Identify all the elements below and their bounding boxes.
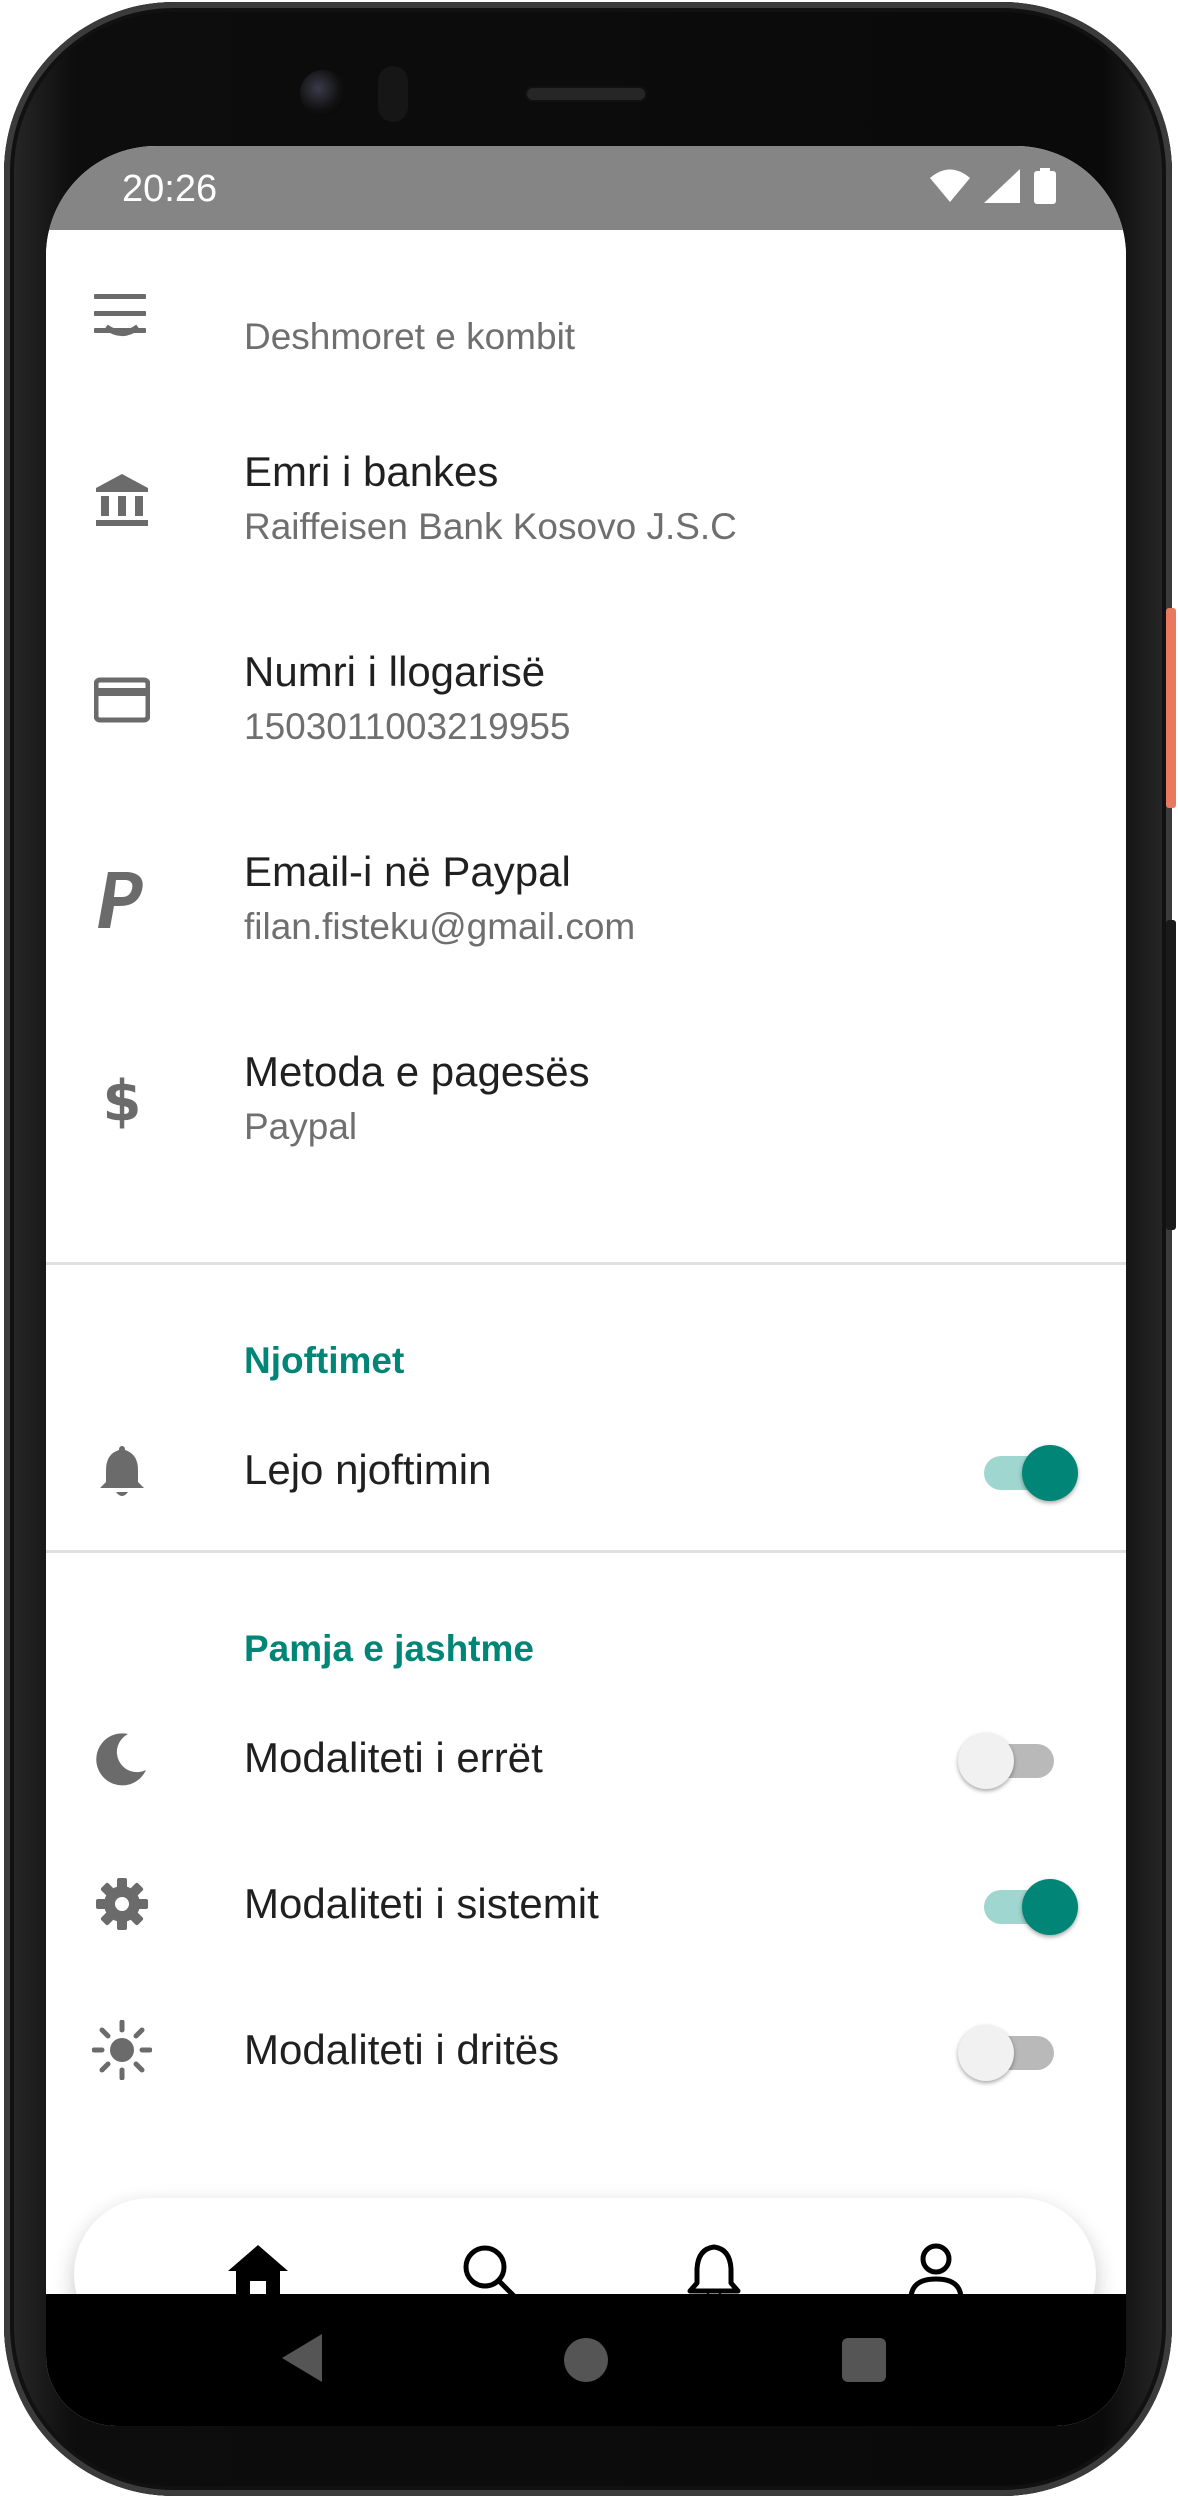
- battery-icon: [1034, 168, 1056, 204]
- home-icon: [226, 2243, 290, 2294]
- list-item-light-mode[interactable]: Modaliteti i dritës: [46, 1990, 1126, 2110]
- list-item-bank-name[interactable]: Emri i bankes Raiffeisen Bank Kosovo J.S…: [46, 400, 1126, 600]
- home-circle-icon[interactable]: [564, 2338, 608, 2382]
- gear-icon: [92, 1874, 152, 1934]
- earpiece-speaker: [525, 86, 647, 102]
- list-item-paypal-email[interactable]: Email-i në Paypal filan.fisteku@gmail.co…: [46, 800, 1126, 1000]
- section-divider: [46, 1550, 1126, 1553]
- sun-icon: [92, 2020, 152, 2080]
- list-item-subtitle: Paypal: [244, 1106, 358, 1147]
- light-mode-toggle[interactable]: [958, 2020, 1060, 2081]
- list-item-account-number[interactable]: Numri i llogarisë 1503011003219955: [46, 600, 1126, 800]
- credit-card-icon: [92, 670, 152, 730]
- nav-notifications-button[interactable]: [674, 2234, 754, 2294]
- wifi-icon: [930, 169, 970, 203]
- allow-notifications-toggle[interactable]: [984, 1440, 1080, 1501]
- moon-icon: [92, 1728, 152, 1788]
- list-item-label: Modaliteti i dritës: [244, 2026, 560, 2073]
- bell-icon: [92, 1440, 152, 1500]
- system-mode-toggle[interactable]: [984, 1874, 1080, 1935]
- list-item-partial[interactable]: Deshmoret e kombit: [46, 316, 1126, 380]
- bank-icon: [92, 470, 152, 530]
- list-item-label: Modaliteti i sistemit: [244, 1880, 599, 1927]
- power-button: [1166, 608, 1176, 808]
- partial-icon: [92, 310, 152, 340]
- list-item-subtitle: Raiffeisen Bank Kosovo J.S.C: [244, 506, 737, 547]
- nav-profile-button[interactable]: [896, 2234, 976, 2294]
- list-item-title: Email-i në Paypal: [244, 848, 571, 895]
- front-camera: [300, 70, 346, 116]
- nav-home-button[interactable]: [218, 2234, 298, 2294]
- status-bar: 20:26: [46, 146, 1126, 230]
- search-icon: [460, 2242, 520, 2294]
- section-header-notifications: Njoftimet: [244, 1340, 405, 1381]
- section-divider: [46, 1262, 1126, 1265]
- bell-outline-icon: [685, 2241, 743, 2294]
- system-navigation-bar: [46, 2294, 1126, 2426]
- list-item-label: Lejo njoftimin: [244, 1446, 492, 1493]
- section-header-appearance: Pamja e jashtme: [244, 1628, 534, 1669]
- person-icon: [906, 2241, 966, 2294]
- paypal-icon: [92, 870, 152, 930]
- dollar-icon: $: [92, 1070, 152, 1130]
- list-item-title: Numri i llogarisë: [244, 648, 546, 695]
- proximity-sensor: [378, 66, 408, 122]
- list-item-subtitle: 1503011003219955: [244, 706, 571, 747]
- bottom-navigation: [74, 2198, 1096, 2294]
- list-item-subtitle: Deshmoret e kombit: [244, 316, 576, 357]
- settings-screen: Deshmoret e kombit Emri i bankes Raiffei…: [46, 230, 1126, 2294]
- recent-apps-icon[interactable]: [842, 2338, 886, 2382]
- list-item-title: Emri i bankes: [244, 448, 499, 495]
- phone-screen: 20:26 Deshmoret e kombit Emri i bankes R…: [46, 146, 1126, 2426]
- status-time: 20:26: [122, 168, 218, 210]
- nav-search-button[interactable]: [450, 2234, 530, 2294]
- list-item-dark-mode[interactable]: Modaliteti i errët: [46, 1698, 1126, 1818]
- list-item-title: Metoda e pagesës: [244, 1048, 590, 1095]
- dark-mode-toggle[interactable]: [958, 1728, 1060, 1789]
- list-item-system-mode[interactable]: Modaliteti i sistemit: [46, 1844, 1126, 1964]
- list-item-subtitle: filan.fisteku@gmail.com: [244, 906, 636, 947]
- list-item-label: Modaliteti i errët: [244, 1734, 543, 1781]
- back-icon[interactable]: [282, 2334, 322, 2382]
- svg-text:$: $: [103, 1070, 142, 1130]
- cellular-signal-icon: [984, 169, 1020, 203]
- list-item-allow-notifications[interactable]: Lejo njoftimin: [46, 1410, 1126, 1530]
- list-item-payment-method[interactable]: $ Metoda e pagesës Paypal: [46, 1000, 1126, 1200]
- volume-button: [1166, 920, 1176, 1230]
